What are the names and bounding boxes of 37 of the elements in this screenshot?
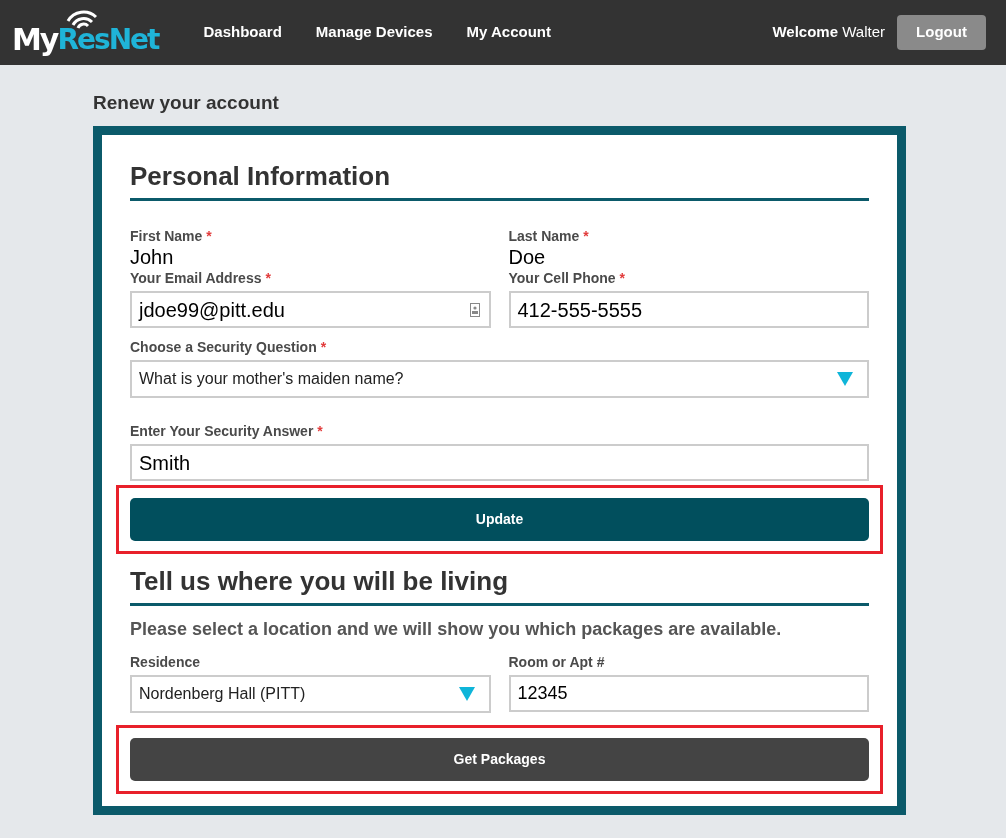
input-field[interactable]: jdoe99@pitt.edu <box>130 291 491 328</box>
required-mark: * <box>265 270 271 286</box>
input-field[interactable]: Smith <box>130 444 869 481</box>
required-mark: * <box>206 228 212 244</box>
logo[interactable]: MyResNet <box>12 8 161 57</box>
field-label: First Name * <box>130 227 213 245</box>
welcome-text: Welcome Walter <box>772 22 885 43</box>
nav-link[interactable]: Manage Devices <box>315 21 433 44</box>
field-label: Choose a Security Question * <box>130 338 328 356</box>
dropdown-arrow-icon <box>837 372 853 386</box>
field-label: Room or Apt # <box>508 653 606 671</box>
page-title: Renew your account <box>93 91 280 115</box>
nav-link[interactable]: Dashboard <box>203 21 282 44</box>
action-button[interactable]: Update <box>130 498 869 541</box>
dropdown-arrow-icon <box>458 687 475 701</box>
section-heading: Tell us where you will be living <box>130 566 869 606</box>
input-field[interactable]: 412-555-5555 <box>508 291 869 328</box>
dropdown-field[interactable]: Nordenberg Hall (PITT) <box>130 675 491 713</box>
required-mark: * <box>320 339 327 355</box>
contact-card-icon[interactable] <box>469 302 480 317</box>
section-heading: Personal Information <box>130 161 869 201</box>
field-value: Doe <box>508 245 547 269</box>
required-mark: * <box>619 270 626 286</box>
section-subtitle: Please select a location and we will show you which packages are available. <box>130 618 783 641</box>
field-label: Your Email Address * <box>130 269 272 287</box>
action-button[interactable]: Get Packages <box>130 738 869 781</box>
field-label: Your Cell Phone * <box>508 269 627 287</box>
dropdown-field[interactable]: What is your mother's maiden name? <box>130 360 869 398</box>
field-label: Enter Your Security Answer * <box>130 422 324 440</box>
field-value: John <box>130 245 175 269</box>
wifi-icon <box>64 8 100 29</box>
input-field[interactable]: 12345 <box>508 675 869 712</box>
field-label: Last Name * <box>508 227 590 245</box>
nav-link[interactable]: My Account <box>466 21 551 44</box>
required-mark: * <box>583 228 589 244</box>
required-mark: * <box>317 423 323 439</box>
field-label: Residence <box>130 653 202 671</box>
